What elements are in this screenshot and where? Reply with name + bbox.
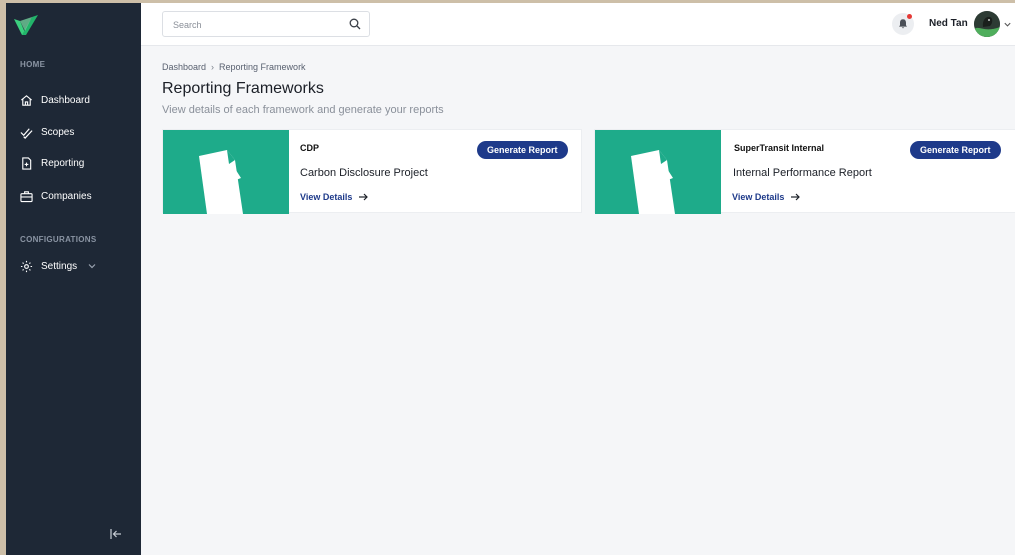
sidebar-item-companies[interactable]: Companies: [20, 186, 92, 206]
framework-short-name: SuperTransit Internal: [734, 143, 825, 153]
framework-short-name: CDP: [300, 143, 320, 153]
sidebar-item-settings[interactable]: Settings: [20, 256, 97, 276]
arrow-right-icon: [359, 193, 369, 201]
breadcrumb-separator-icon: ›: [211, 62, 215, 72]
user-name: Ned Tan: [929, 18, 968, 29]
top-header: Ned Tan: [141, 3, 1015, 46]
page-title: Reporting Frameworks: [162, 80, 324, 97]
sidebar: HOME Dashboard Scopes Reporting Companie…: [6, 3, 141, 555]
search-box[interactable]: [162, 11, 370, 37]
framework-thumbnail: [595, 130, 721, 214]
breadcrumb: Dashboard › Reporting Framework: [162, 62, 306, 72]
sidebar-item-dashboard[interactable]: Dashboard: [20, 90, 90, 110]
sidebar-item-reporting[interactable]: Reporting: [20, 153, 84, 173]
brand-logo-icon[interactable]: [12, 13, 40, 39]
view-details-link[interactable]: View Details: [732, 192, 801, 202]
document-illustration-icon: [631, 150, 675, 214]
section-label-home: HOME: [20, 60, 46, 69]
sidebar-item-label: Scopes: [41, 126, 75, 138]
collapse-sidebar-icon[interactable]: [109, 527, 123, 541]
search-input[interactable]: [171, 16, 345, 34]
view-details-link[interactable]: View Details: [300, 192, 369, 202]
sidebar-item-label: Settings: [41, 260, 78, 272]
avatar-image-icon: [974, 11, 1000, 37]
framework-card-supertransit: SuperTransit Internal Internal Performan…: [594, 129, 1015, 214]
user-menu-chevron-icon[interactable]: [1003, 20, 1012, 29]
framework-thumbnail: [163, 130, 289, 214]
avatar[interactable]: [974, 11, 1000, 37]
gear-icon: [20, 260, 33, 272]
framework-full-name: Carbon Disclosure Project: [300, 167, 428, 179]
generate-report-button[interactable]: Generate Report: [910, 141, 1001, 159]
double-check-icon: [20, 127, 33, 139]
home-icon: [21, 94, 32, 106]
framework-card-cdp: CDP Carbon Disclosure Project View Detai…: [162, 129, 582, 214]
sidebar-item-scopes[interactable]: Scopes: [20, 122, 74, 142]
view-details-label: View Details: [300, 192, 353, 202]
bell-icon: [899, 19, 907, 29]
breadcrumb-dashboard-link[interactable]: Dashboard: [162, 62, 206, 72]
framework-full-name: Internal Performance Report: [733, 167, 872, 179]
sidebar-item-label: Dashboard: [41, 94, 90, 106]
notification-dot: [907, 14, 912, 19]
breadcrumb-current: Reporting Framework: [219, 62, 306, 72]
search-icon[interactable]: [349, 18, 361, 30]
app-window: HOME Dashboard Scopes Reporting Companie…: [6, 3, 1015, 555]
chevron-down-icon: [88, 264, 96, 269]
generate-report-button[interactable]: Generate Report: [477, 141, 568, 159]
briefcase-icon: [20, 190, 33, 202]
page-subtitle: View details of each framework and gener…: [162, 104, 444, 116]
notifications-button[interactable]: [892, 13, 914, 35]
document-icon: [22, 156, 32, 170]
document-illustration-icon: [199, 150, 243, 214]
sidebar-item-label: Companies: [41, 190, 92, 202]
sidebar-item-label: Reporting: [41, 157, 85, 169]
section-label-configurations: CONFIGURATIONS: [20, 235, 97, 244]
arrow-right-icon: [791, 193, 801, 201]
view-details-label: View Details: [732, 192, 785, 202]
